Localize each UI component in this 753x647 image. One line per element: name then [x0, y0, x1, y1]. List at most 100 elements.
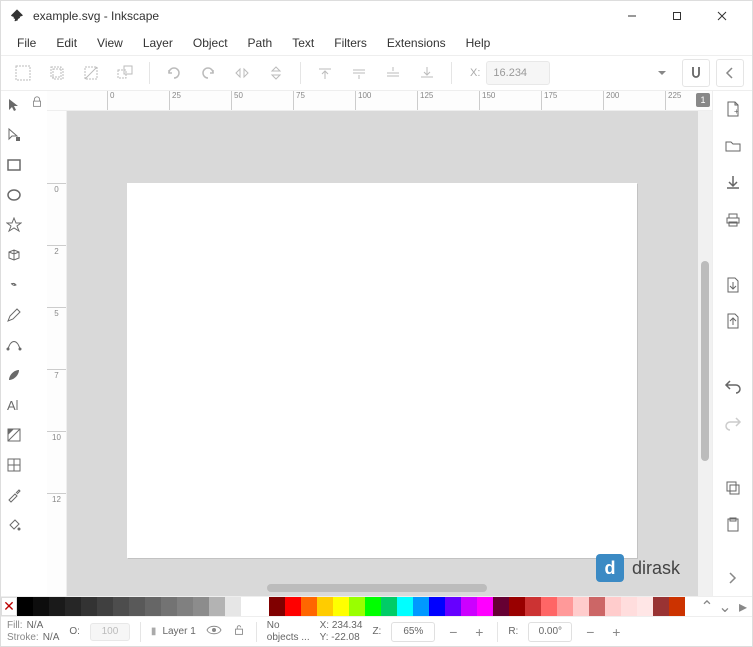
lower-icon[interactable] [379, 59, 407, 87]
maximize-button[interactable] [654, 1, 699, 31]
vertical-scrollbar-track[interactable] [698, 111, 712, 596]
dropper-tool-icon[interactable] [4, 485, 24, 505]
menu-text[interactable]: Text [282, 32, 324, 54]
color-swatch[interactable] [621, 597, 637, 616]
color-swatch[interactable] [177, 597, 193, 616]
minimize-button[interactable] [609, 1, 654, 31]
lock-guides-icon[interactable] [30, 95, 44, 114]
color-swatch[interactable] [653, 597, 669, 616]
rotate-input[interactable]: 0.00° [528, 622, 572, 642]
color-swatch[interactable] [129, 597, 145, 616]
rectangle-tool-icon[interactable] [4, 155, 24, 175]
menu-layer[interactable]: Layer [133, 32, 183, 54]
bezier-tool-icon[interactable] [4, 335, 24, 355]
color-swatch[interactable] [557, 597, 573, 616]
color-swatch[interactable] [161, 597, 177, 616]
menu-extensions[interactable]: Extensions [377, 32, 456, 54]
calligraphy-tool-icon[interactable] [4, 365, 24, 385]
menu-view[interactable]: View [87, 32, 133, 54]
canvas[interactable]: d dirask [67, 111, 698, 596]
color-swatch[interactable] [269, 597, 285, 616]
mesh-tool-icon[interactable] [4, 455, 24, 475]
menu-path[interactable]: Path [238, 32, 283, 54]
undo-icon[interactable] [721, 376, 745, 397]
menu-object[interactable]: Object [183, 32, 238, 54]
color-swatch[interactable] [33, 597, 49, 616]
lock-toggle-icon[interactable] [232, 623, 246, 640]
flip-vertical-icon[interactable] [262, 59, 290, 87]
menu-filters[interactable]: Filters [324, 32, 377, 54]
palette-scroll-down-icon[interactable]: ⌄ [716, 597, 734, 616]
color-swatch[interactable] [381, 597, 397, 616]
layer-indicator[interactable]: ▮ Layer 1 [151, 626, 196, 637]
color-swatch[interactable] [525, 597, 541, 616]
lower-bottom-icon[interactable] [413, 59, 441, 87]
spiral-tool-icon[interactable] [4, 275, 24, 295]
redo-icon[interactable] [721, 413, 745, 434]
import-icon[interactable] [721, 274, 745, 295]
color-swatch[interactable] [365, 597, 381, 616]
color-swatch[interactable] [589, 597, 605, 616]
vertical-scrollbar[interactable] [701, 261, 709, 461]
color-swatch[interactable] [397, 597, 413, 616]
ellipse-tool-icon[interactable] [4, 185, 24, 205]
color-swatch[interactable] [193, 597, 209, 616]
box3d-tool-icon[interactable] [4, 245, 24, 265]
color-swatch[interactable] [461, 597, 477, 616]
menu-edit[interactable]: Edit [46, 32, 87, 54]
color-swatch[interactable] [541, 597, 557, 616]
color-swatch[interactable] [477, 597, 493, 616]
select-all-layers-icon[interactable] [43, 59, 71, 87]
zoom-input[interactable]: 65% [391, 622, 435, 642]
star-tool-icon[interactable] [4, 215, 24, 235]
zoom-in-button[interactable]: + [471, 625, 487, 639]
palette-scroll-up-icon[interactable]: ⌃ [698, 597, 716, 616]
gradient-tool-icon[interactable] [4, 425, 24, 445]
horizontal-ruler[interactable]: 0 25 50 75 100 125 150 175 200 225 1 [47, 91, 712, 111]
visibility-toggle-icon[interactable] [206, 624, 222, 639]
raise-top-icon[interactable] [311, 59, 339, 87]
color-swatch[interactable] [225, 597, 241, 616]
palette-menu-icon[interactable]: ▸ [734, 597, 752, 616]
color-swatch[interactable] [241, 597, 269, 616]
no-fill-swatch[interactable]: ✕ [1, 597, 17, 616]
color-swatch[interactable] [573, 597, 589, 616]
pencil-tool-icon[interactable] [4, 305, 24, 325]
color-swatch[interactable] [445, 597, 461, 616]
color-swatch[interactable] [509, 597, 525, 616]
color-swatch[interactable] [429, 597, 445, 616]
color-swatch[interactable] [285, 597, 301, 616]
menu-file[interactable]: File [7, 32, 46, 54]
copy-icon[interactable] [721, 478, 745, 499]
paintbucket-tool-icon[interactable] [4, 515, 24, 535]
flip-horizontal-icon[interactable] [228, 59, 256, 87]
color-swatch[interactable] [605, 597, 621, 616]
rotate-plus-button[interactable]: + [608, 625, 624, 639]
select-all-icon[interactable] [9, 59, 37, 87]
close-button[interactable] [699, 1, 744, 31]
open-document-icon[interactable] [721, 136, 745, 157]
page[interactable] [127, 183, 637, 558]
color-swatch[interactable] [493, 597, 509, 616]
color-swatch[interactable] [301, 597, 317, 616]
color-swatch[interactable] [669, 597, 685, 616]
color-swatch[interactable] [209, 597, 225, 616]
save-icon[interactable] [721, 173, 745, 194]
text-tool-icon[interactable]: A [4, 395, 24, 415]
color-swatch[interactable] [65, 597, 81, 616]
color-swatch[interactable] [113, 597, 129, 616]
color-swatch[interactable] [349, 597, 365, 616]
vertical-ruler[interactable]: 0 2 5 7 10 12 [47, 111, 67, 596]
rotate-minus-button[interactable]: − [582, 625, 598, 639]
dropdown-icon[interactable] [648, 59, 676, 87]
snapping-icon[interactable] [682, 59, 710, 87]
toggle-selection-icon[interactable] [111, 59, 139, 87]
paste-icon[interactable] [721, 514, 745, 535]
color-swatch[interactable] [333, 597, 349, 616]
print-icon[interactable] [721, 209, 745, 230]
color-swatch[interactable] [145, 597, 161, 616]
raise-icon[interactable] [345, 59, 373, 87]
color-swatch[interactable] [97, 597, 113, 616]
rotate-ccw-icon[interactable] [160, 59, 188, 87]
zoom-out-button[interactable]: − [445, 625, 461, 639]
